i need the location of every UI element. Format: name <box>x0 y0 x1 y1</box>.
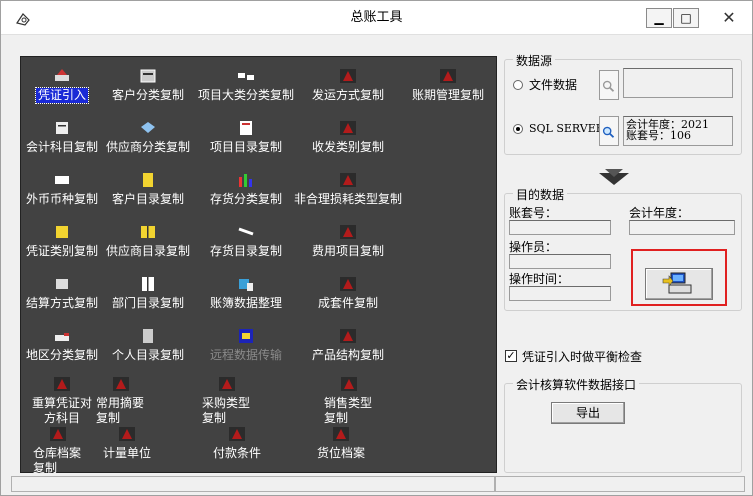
operator-label: 操作员： <box>509 240 558 254</box>
tool-kit[interactable]: 成套件复制 <box>293 275 403 311</box>
sql-browse-button[interactable] <box>599 116 619 146</box>
magnifier-icon <box>602 80 615 92</box>
tool-inventory-list[interactable]: 存货目录复制 <box>191 223 301 259</box>
file-browse-button[interactable] <box>599 70 619 100</box>
maximize-button[interactable]: □ <box>673 8 699 28</box>
target-group: 目的数据 账套号： 会计年度： 操作员： 操作时间： <box>504 186 742 311</box>
expense-icon <box>340 225 356 239</box>
interface-group: 会计核算软件数据接口 导出 <box>504 376 742 473</box>
send-receive-icon <box>340 121 356 135</box>
ledger-icon <box>239 279 253 291</box>
voucher-import-icon <box>55 69 69 81</box>
tool-expense[interactable]: 费用项目复制 <box>293 223 403 259</box>
tool-unit[interactable]: 计量单位 <box>87 425 167 461</box>
customer-class-icon <box>140 69 156 83</box>
recalc-icon <box>54 377 70 391</box>
tool-shipping[interactable]: 发运方式复制 <box>293 67 403 103</box>
tool-panel: 凭证引入 客户分类复制 项目大类分类复制 发运方式复制 账期管理复制 会计科目复… <box>20 56 497 475</box>
main-window: 总账工具 ▁ □ ✕ 凭证引入 客户分类复制 项目大类分类复制 发运方式复制 账… <box>0 0 753 496</box>
loss-type-icon <box>340 173 356 187</box>
voucher-type-icon <box>56 226 68 238</box>
status-bar <box>11 476 495 492</box>
file-data-label[interactable]: 文件数据 <box>529 76 577 93</box>
tool-loss-type[interactable]: 非合理损耗类型复制 <box>293 171 403 207</box>
target-account-label: 账套号： <box>509 206 558 220</box>
tool-purchase[interactable]: 采购类型复制 <box>187 375 267 426</box>
tool-bom[interactable]: 产品结构复制 <box>293 327 403 363</box>
project-list-icon <box>240 121 252 135</box>
interface-group-title: 会计核算软件数据接口 <box>513 376 640 393</box>
source-group: 数据源 文件数据 SQL SERVER 会计年度：2021 账套号：106 <box>504 52 742 155</box>
file-data-radio[interactable] <box>513 80 523 90</box>
department-icon <box>142 277 154 291</box>
purchase-icon <box>219 377 235 391</box>
project-class-icon <box>238 73 254 80</box>
settlement-icon <box>56 279 68 289</box>
tool-remote[interactable]: 远程数据传输 <box>191 327 301 363</box>
tool-department[interactable]: 部门目录复制 <box>93 275 203 311</box>
sql-server-radio[interactable] <box>513 124 523 134</box>
tool-supplier-class[interactable]: 供应商分类复制 <box>93 119 203 155</box>
summary-icon <box>113 377 129 391</box>
tool-period[interactable]: 账期管理复制 <box>393 67 503 103</box>
period-icon <box>440 69 456 83</box>
tool-customer-list[interactable]: 客户目录复制 <box>93 171 203 207</box>
sql-info-field: 会计年度：2021 账套号：106 <box>623 116 733 146</box>
tool-inventory-class[interactable]: 存货分类复制 <box>191 171 301 207</box>
accounts-icon <box>56 122 68 134</box>
target-group-title: 目的数据 <box>513 186 568 203</box>
person-icon <box>143 329 153 343</box>
kit-icon <box>340 277 356 291</box>
location-icon <box>333 427 349 441</box>
balance-check-checkbox[interactable]: ✓ <box>505 350 517 362</box>
unit-icon <box>119 427 135 441</box>
sql-server-label[interactable]: SQL SERVER <box>529 122 604 135</box>
warehouse-icon <box>50 427 66 441</box>
magnifier-icon <box>602 126 615 138</box>
tool-send-receive[interactable]: 收发类别复制 <box>293 119 403 155</box>
supplier-class-icon <box>141 122 155 133</box>
status-bar-right <box>495 476 745 492</box>
inventory-class-icon <box>239 174 252 187</box>
export-button[interactable]: 导出 <box>551 402 625 424</box>
file-path-field[interactable] <box>623 68 733 98</box>
tool-supplier-list[interactable]: 供应商目录复制 <box>93 223 203 259</box>
sales-icon <box>341 377 357 391</box>
inventory-list-icon <box>238 227 254 236</box>
tool-sales[interactable]: 销售类型复制 <box>309 375 389 426</box>
execute-transfer-button[interactable] <box>645 268 713 300</box>
down-arrow-icon <box>599 169 629 185</box>
payment-icon <box>229 427 245 441</box>
target-account-field[interactable] <box>509 220 611 235</box>
operator-field[interactable] <box>509 254 611 269</box>
tool-person[interactable]: 个人目录复制 <box>93 327 203 363</box>
tool-customer-class[interactable]: 客户分类复制 <box>93 67 203 103</box>
tool-payment[interactable]: 付款条件 <box>197 425 277 461</box>
close-button[interactable]: ✕ <box>706 6 752 30</box>
title-bar[interactable]: 总账工具 ▁ □ ✕ <box>1 1 752 35</box>
window-title: 总账工具 <box>350 10 403 25</box>
computer-transfer-icon <box>662 272 692 294</box>
target-year-field[interactable] <box>629 220 735 235</box>
source-group-title: 数据源 <box>513 52 556 69</box>
tool-project-list[interactable]: 项目目录复制 <box>191 119 301 155</box>
tool-project-class[interactable]: 项目大类分类复制 <box>191 67 301 103</box>
tool-location[interactable]: 货位档案 <box>301 425 381 461</box>
tool-summary[interactable]: 常用摘要复制 <box>81 375 161 426</box>
balance-check-label[interactable]: 凭证引入时做平衡检查 <box>522 348 642 365</box>
remote-icon <box>239 329 253 343</box>
bom-icon <box>340 329 356 343</box>
region-icon <box>55 333 69 341</box>
shipping-icon <box>340 69 356 83</box>
operation-time-label: 操作时间： <box>509 272 570 286</box>
customer-list-icon <box>143 173 153 187</box>
source-account: 账套号：106 <box>626 129 691 142</box>
target-year-label: 会计年度： <box>629 206 690 220</box>
tool-ledger[interactable]: 账簿数据整理 <box>191 275 301 311</box>
operation-time-field[interactable] <box>509 286 611 301</box>
currency-icon <box>55 176 69 184</box>
minimize-button[interactable]: ▁ <box>646 8 672 28</box>
supplier-list-icon <box>141 226 155 238</box>
